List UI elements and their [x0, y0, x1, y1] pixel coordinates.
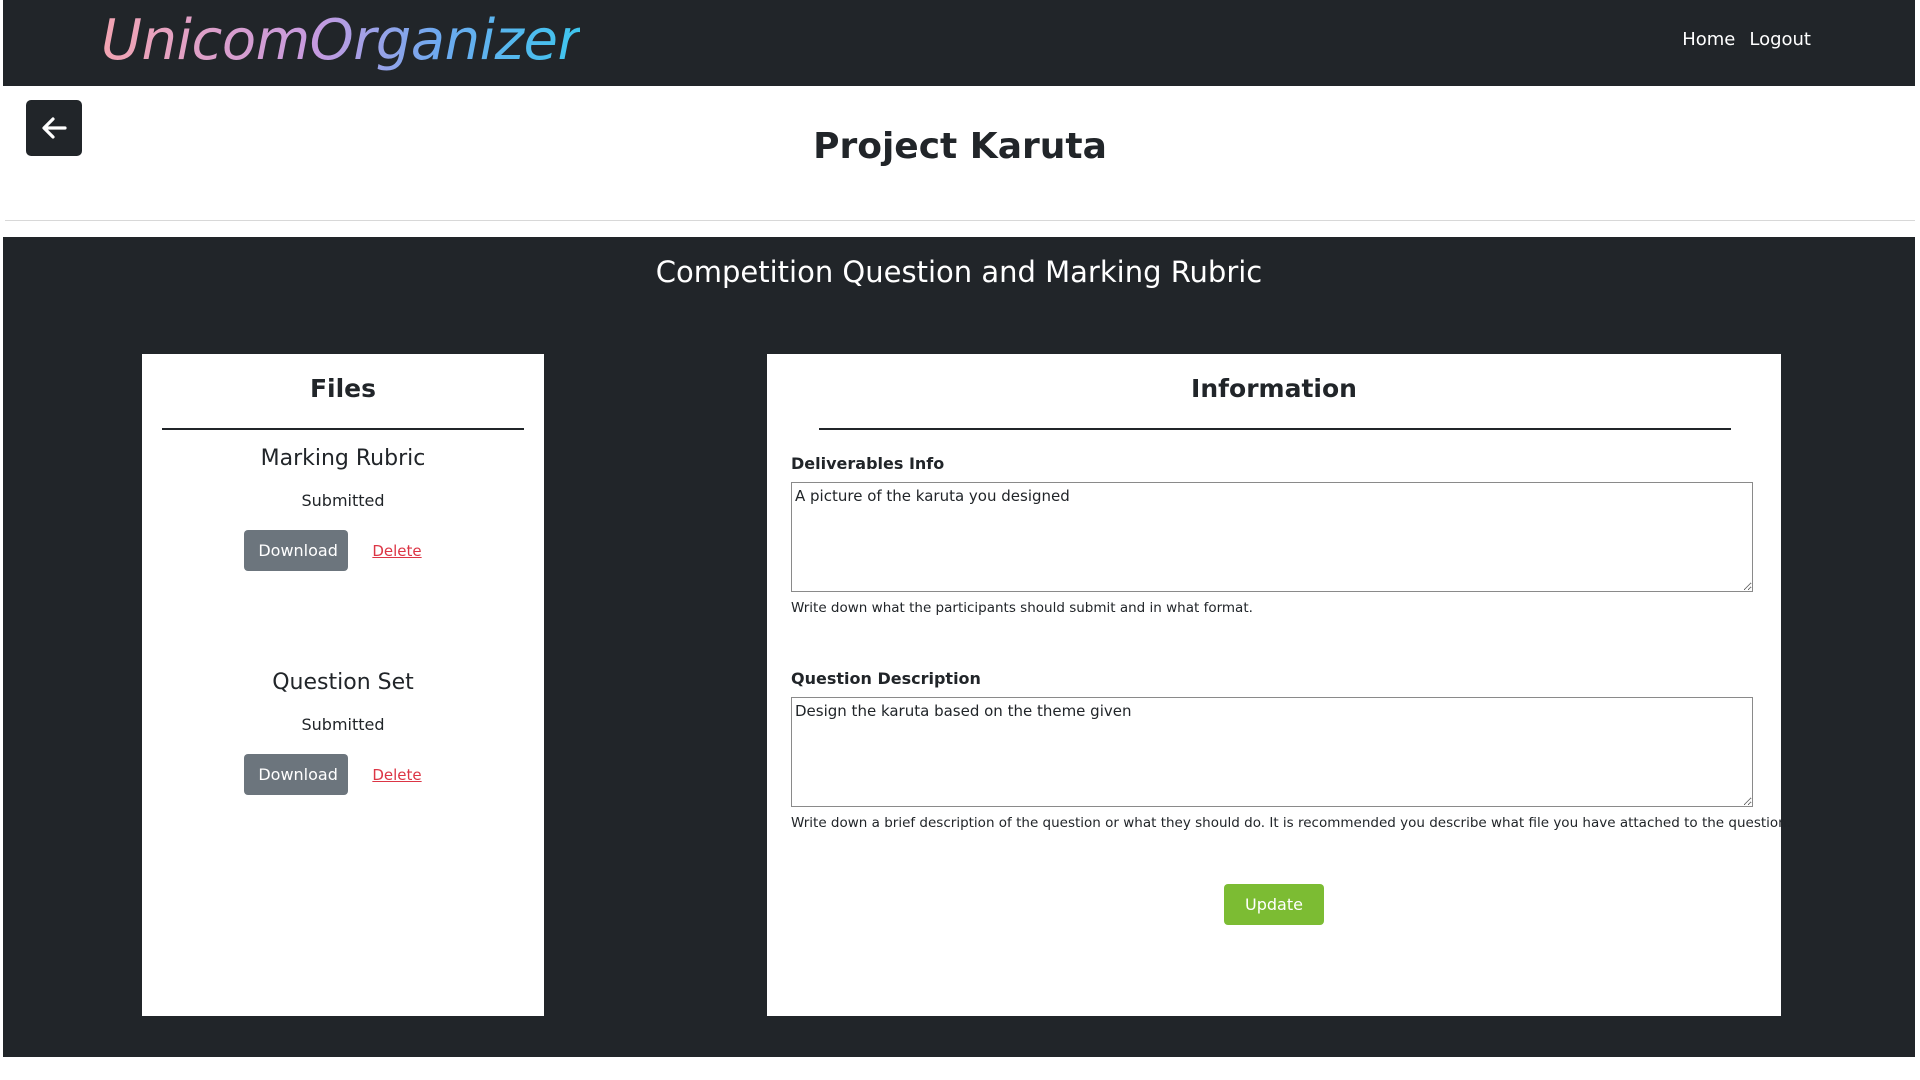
- update-button[interactable]: Update: [1224, 884, 1324, 925]
- section-title: Competition Question and Marking Rubric: [655, 255, 1263, 289]
- question-description-label: Question Description: [791, 669, 981, 688]
- divider: [5, 220, 1915, 221]
- delete-link[interactable]: Delete: [372, 766, 421, 784]
- file-actions: Download Delete: [142, 530, 544, 571]
- deliverables-label: Deliverables Info: [791, 454, 945, 473]
- files-title: Files: [309, 374, 377, 403]
- file-name: Question Set: [272, 670, 414, 695]
- nav-logout-link[interactable]: Logout: [1749, 29, 1811, 50]
- nav-home-link[interactable]: Home: [1682, 29, 1735, 50]
- file-status: Submitted: [301, 715, 385, 734]
- question-description-textarea[interactable]: Design the karuta based on the theme giv…: [791, 697, 1753, 807]
- information-title: Information: [1191, 374, 1357, 403]
- delete-link[interactable]: Delete: [372, 542, 421, 560]
- nav-links: Home Logout: [1682, 29, 1811, 50]
- file-item-marking-rubric: Marking Rubric Submitted Download Delete: [142, 446, 544, 571]
- page-title: Project Karuta: [813, 126, 1107, 167]
- download-button[interactable]: Download: [244, 530, 349, 571]
- information-card: Information Deliverables Info A picture …: [767, 354, 1791, 1016]
- navbar: UnicomOrganizer Home Logout: [3, 0, 1915, 86]
- brand-logo[interactable]: UnicomOrganizer: [101, 8, 581, 73]
- file-status: Submitted: [301, 491, 385, 510]
- information-divider: [819, 428, 1731, 430]
- files-divider: [162, 428, 524, 430]
- download-button[interactable]: Download: [244, 754, 349, 795]
- question-description-help-text: Write down a brief description of the qu…: [791, 815, 1792, 831]
- file-name: Marking Rubric: [260, 446, 426, 471]
- deliverables-textarea[interactable]: A picture of the karuta you designed: [791, 482, 1753, 592]
- files-card: Files Marking Rubric Submitted Download …: [142, 354, 544, 1016]
- file-actions: Download Delete: [142, 754, 544, 795]
- file-item-question-set: Question Set Submitted Download Delete: [142, 670, 544, 795]
- competition-section: Competition Question and Marking Rubric …: [3, 237, 1915, 1057]
- deliverables-help-text: Write down what the participants should …: [791, 600, 1253, 616]
